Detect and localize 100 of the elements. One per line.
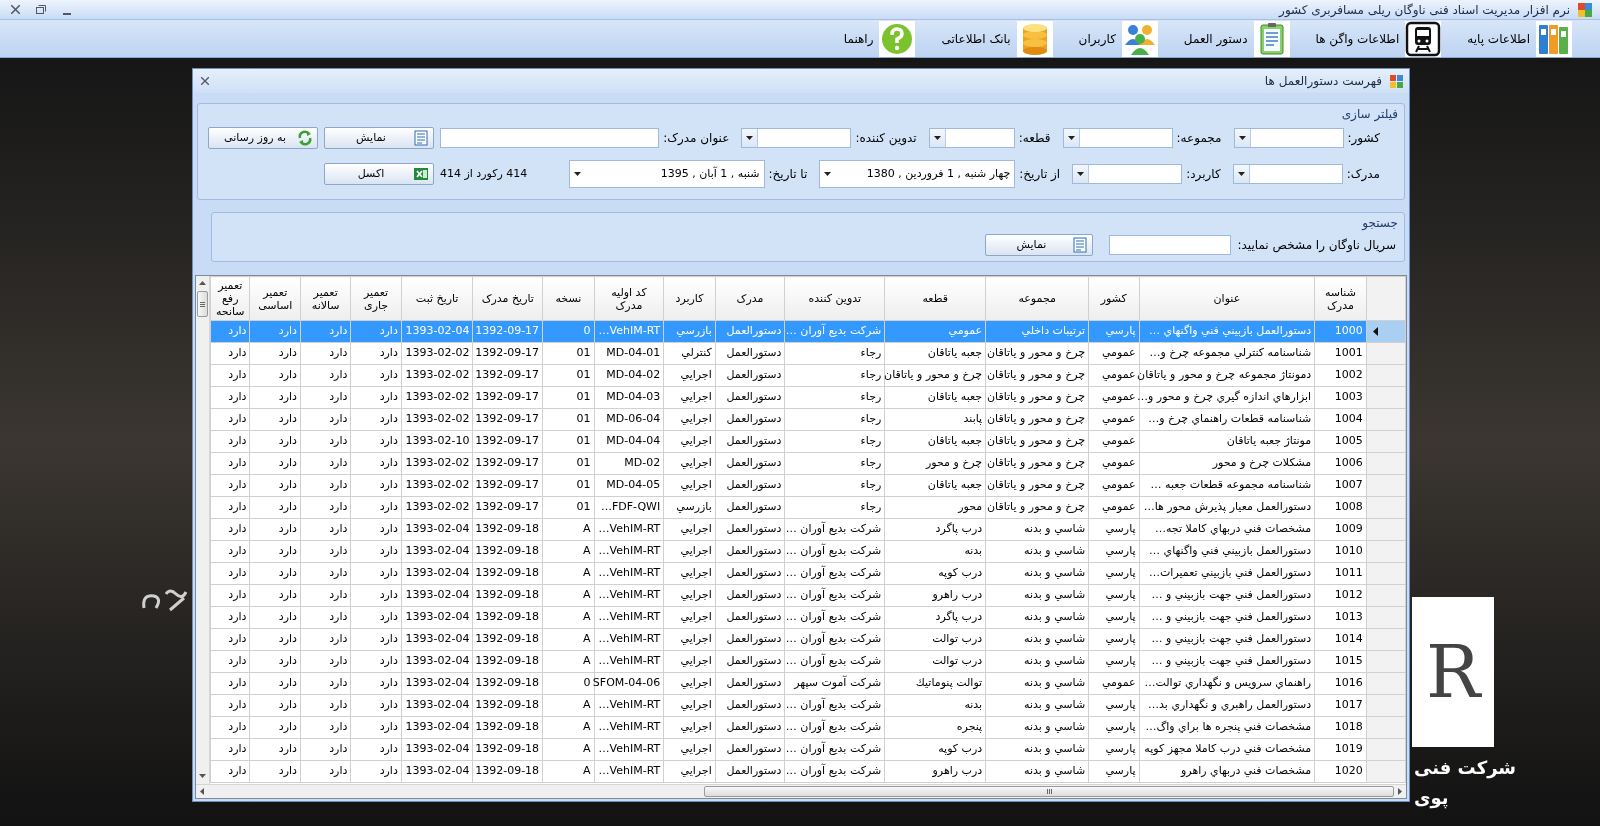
table-cell: درب پاگرد	[884, 518, 986, 541]
toolbar-button[interactable]: کاربران	[1072, 20, 1164, 57]
table-cell: شرکت بديع آوران …	[784, 628, 885, 651]
row-header[interactable]	[1366, 320, 1406, 343]
table-cell: درب راهرو	[884, 760, 986, 783]
column-header[interactable]: شناسه مدرک	[1314, 276, 1367, 321]
toolbar-button[interactable]: راهنما	[837, 20, 922, 57]
column-header[interactable]: تعمیر سالانه	[300, 276, 351, 321]
table-cell: 1005	[1314, 430, 1367, 453]
column-header[interactable]: نسخه	[542, 276, 595, 321]
table-cell: 1393-02-04	[401, 650, 473, 673]
table-cell: دارد	[350, 430, 402, 453]
table-cell: دارد	[249, 716, 301, 739]
document-icon	[1072, 237, 1089, 253]
table-cell: VehIM-RT…	[594, 518, 664, 541]
close-button[interactable]	[199, 75, 211, 87]
close-button[interactable]	[8, 2, 22, 17]
table-cell: شاسي و بدنه	[985, 694, 1089, 717]
toolbar-button[interactable]: اطلاعات واگن ها	[1309, 20, 1448, 57]
column-header[interactable]: مجموعه	[985, 276, 1089, 321]
dropdown-field[interactable]	[1233, 128, 1344, 148]
table-cell: مشخصات فني پنجره ها براي واگ…	[1139, 716, 1315, 739]
action-button[interactable]: اکسل	[324, 163, 434, 185]
column-header[interactable]: تعمیر جاری	[350, 276, 402, 321]
column-header[interactable]: مدرک	[715, 276, 785, 321]
dropdown-field[interactable]	[1232, 164, 1343, 184]
table-cell: MD-06-04	[594, 408, 664, 431]
table-cell: پارسي	[1088, 716, 1140, 739]
table-cell: 1016	[1314, 672, 1367, 695]
scroll-thumb[interactable]	[197, 291, 208, 317]
dropdown-field[interactable]	[928, 128, 1015, 148]
caret-icon	[573, 172, 581, 176]
scroll-right-icon[interactable]	[1398, 788, 1402, 795]
dropdown-field[interactable]	[741, 128, 852, 148]
dropdown-field[interactable]	[1072, 164, 1183, 184]
table-cell: A	[542, 628, 595, 651]
table-cell: 1009	[1314, 518, 1367, 541]
action-button[interactable]: نمایش	[985, 234, 1094, 256]
column-header[interactable]: عنوان	[1139, 276, 1315, 321]
table-cell: اجرايي	[663, 364, 716, 387]
table-cell: دارد	[249, 430, 301, 453]
table-cell: چرخ و محور	[884, 452, 986, 475]
table-cell: دارد	[300, 716, 351, 739]
restore-button[interactable]	[34, 2, 48, 17]
column-header[interactable]: قطعه	[884, 276, 986, 321]
serial-field[interactable]	[1109, 235, 1232, 255]
table-cell: دارد	[350, 760, 402, 783]
column-header[interactable]: کاربرد	[663, 276, 716, 321]
table-cell: اجرايي	[663, 628, 716, 651]
table-cell: دارد	[300, 694, 351, 717]
column-header[interactable]: کشور	[1088, 276, 1140, 321]
scroll-up-icon[interactable]	[199, 281, 206, 285]
company-name: پوی	[1414, 786, 1449, 811]
table-cell: درب توالت	[884, 650, 986, 673]
text-field[interactable]	[440, 128, 660, 148]
table-cell: دارد	[350, 716, 402, 739]
scroll-thumb[interactable]	[704, 786, 1394, 797]
dropdown-field[interactable]	[1062, 128, 1173, 148]
table-cell: SFOM-04-06	[594, 672, 664, 695]
table-cell: دارد	[350, 474, 402, 497]
column-header[interactable]: تعمیر رفع سانحه	[210, 276, 250, 321]
table-cell: دستورالعمل	[715, 606, 785, 629]
table-cell: 1392-09-17	[473, 364, 543, 387]
column-header[interactable]: تاریخ ثبت	[401, 276, 473, 321]
table-cell: عمومي	[884, 320, 986, 343]
table-cell: شاسي و بدنه	[985, 562, 1089, 585]
horizontal-scrollbar[interactable]	[196, 784, 1406, 798]
table-cell: پنجره	[884, 716, 986, 739]
table-cell: 1007	[1314, 474, 1367, 497]
table-cell: اجرايي	[663, 650, 716, 673]
table-cell: دارد	[300, 474, 351, 497]
table-cell: VehIM-RT…	[594, 650, 664, 673]
table-cell: A	[542, 518, 595, 541]
date-picker[interactable]: شنبه , 1 آبان , 1395	[568, 160, 765, 188]
field-label: مجموعه:	[1176, 130, 1222, 147]
column-header[interactable]: تاریخ مدرک	[473, 276, 543, 321]
table-cell: اجرايي	[663, 408, 716, 431]
table-cell: مشخصات فني دربهاي کاملا تجه…	[1139, 518, 1315, 541]
train-icon	[1405, 20, 1442, 57]
toolbar-button[interactable]: اطلاعات پایه	[1461, 20, 1578, 57]
table-cell: دمونتاژ مجموعه چرخ و محور و ياتاقان	[1139, 364, 1315, 387]
table-cell: رجاء	[784, 474, 885, 497]
toolbar-button[interactable]: بانک اطلاعاتی	[935, 20, 1059, 57]
table-cell: دارد	[350, 408, 402, 431]
column-header[interactable]: کد اولیه مدرک	[594, 276, 664, 321]
table-cell: دارد	[249, 320, 301, 343]
vertical-scrollbar[interactable]	[196, 276, 210, 784]
action-button[interactable]: نمایش	[324, 127, 434, 149]
table-cell: 1393-02-04	[401, 694, 473, 717]
table-cell: درب کوپه	[884, 738, 986, 761]
scroll-left-icon[interactable]	[200, 788, 204, 795]
table-cell: شرکت بديع آوران …	[784, 650, 885, 673]
column-header[interactable]: تعمیر اساسی	[249, 276, 301, 321]
scroll-down-icon[interactable]	[199, 774, 206, 778]
date-picker[interactable]: چهار شنبه , 1 فروردین , 1380	[819, 160, 1016, 188]
toolbar-button[interactable]: دستور العمل	[1177, 20, 1296, 57]
table-cell: 1393-02-02	[401, 496, 473, 519]
column-header[interactable]: تدوین کننده	[784, 276, 885, 321]
action-button[interactable]: به روز رسانی	[208, 127, 318, 149]
table-cell: جعبه ياتاقان	[884, 386, 986, 409]
